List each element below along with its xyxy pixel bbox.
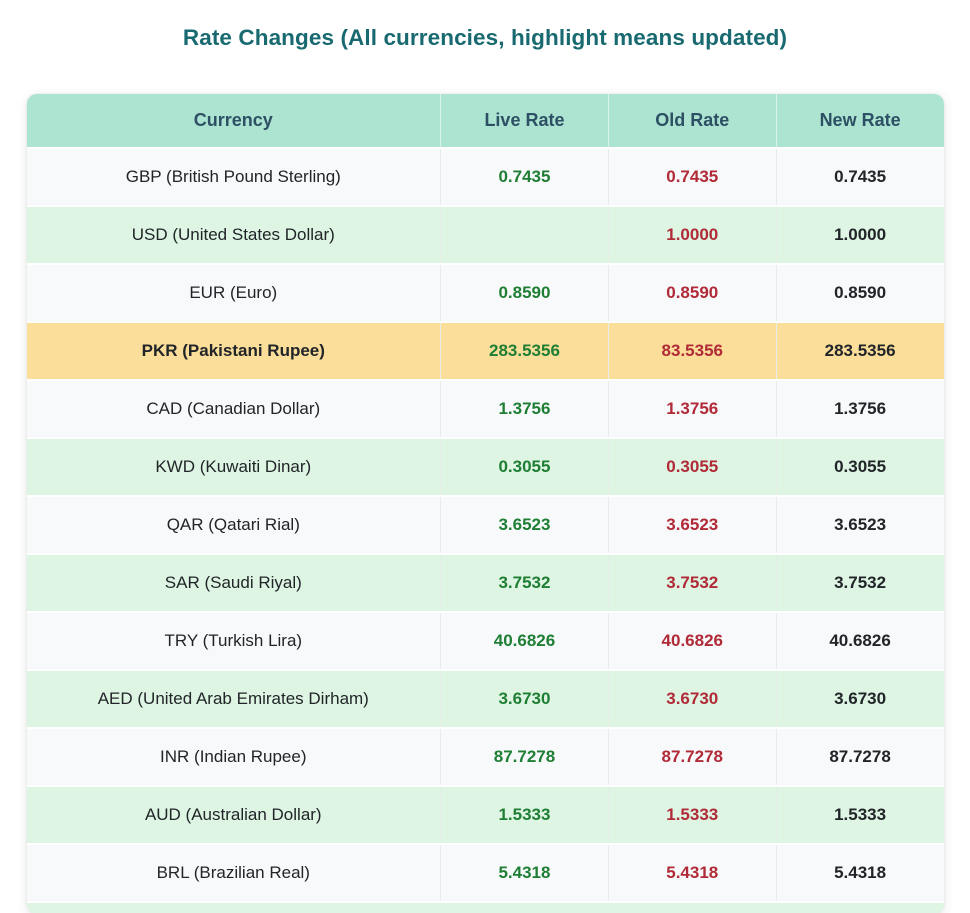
currency-cell: CAD (Canadian Dollar) [27,381,441,437]
new-rate-cell: 87.7278 [776,729,944,785]
currency-cell: PKR (Pakistani Rupee) [27,323,441,379]
old-rate-cell: 3.6730 [608,671,776,727]
column-header-currency: Currency [27,94,441,147]
new-rate-cell: 283.5356 [776,323,944,379]
new-rate-cell: 3.6523 [776,497,944,553]
currency-cell: TRY (Turkish Lira) [27,613,441,669]
table-row: GBP (British Pound Sterling) 0.7435 0.74… [27,149,944,207]
currency-cell: SAR (Saudi Riyal) [27,555,441,611]
old-rate-cell: 1.3756 [608,381,776,437]
old-rate-cell: 0.8590 [608,265,776,321]
old-rate-cell: 1.0000 [608,207,776,263]
live-rate-cell: 87.7278 [440,729,608,785]
new-rate-cell: 1.3756 [776,381,944,437]
live-rate-cell: 283.5356 [440,323,608,379]
currency-cell: INR (Indian Rupee) [27,729,441,785]
old-rate-cell: 0.3055 [608,439,776,495]
new-rate-cell: 3.7532 [776,555,944,611]
old-rate-cell: 3.6523 [608,497,776,553]
old-rate-cell: 87.7278 [608,729,776,785]
rates-table: Currency Live Rate Old Rate New Rate GBP… [27,94,944,913]
partial-next-row [27,903,944,913]
currency-cell: QAR (Qatari Rial) [27,497,441,553]
column-header-new-rate: New Rate [776,94,944,147]
currency-cell: AUD (Australian Dollar) [27,787,441,843]
table-row: AUD (Australian Dollar) 1.5333 1.5333 1.… [27,787,944,845]
old-rate-cell: 3.7532 [608,555,776,611]
new-rate-cell: 40.6826 [776,613,944,669]
table-row: INR (Indian Rupee) 87.7278 87.7278 87.72… [27,729,944,787]
currency-cell: BRL (Brazilian Real) [27,845,441,901]
live-rate-cell: 3.6523 [440,497,608,553]
live-rate-cell: 0.7435 [440,149,608,205]
currency-cell: EUR (Euro) [27,265,441,321]
new-rate-cell: 0.7435 [776,149,944,205]
new-rate-cell: 5.4318 [776,845,944,901]
old-rate-cell: 40.6826 [608,613,776,669]
currency-cell: USD (United States Dollar) [27,207,441,263]
table-row: TRY (Turkish Lira) 40.6826 40.6826 40.68… [27,613,944,671]
new-rate-cell: 0.3055 [776,439,944,495]
table-header-row: Currency Live Rate Old Rate New Rate [27,94,944,149]
column-header-live-rate: Live Rate [440,94,608,147]
new-rate-cell: 3.6730 [776,671,944,727]
column-header-old-rate: Old Rate [608,94,776,147]
live-rate-cell [440,207,608,263]
table-row: KWD (Kuwaiti Dinar) 0.3055 0.3055 0.3055 [27,439,944,497]
table-row: EUR (Euro) 0.8590 0.8590 0.8590 [27,265,944,323]
live-rate-cell: 3.6730 [440,671,608,727]
table-row: PKR (Pakistani Rupee) 283.5356 83.5356 2… [27,323,944,381]
old-rate-cell: 0.7435 [608,149,776,205]
live-rate-cell: 3.7532 [440,555,608,611]
table-row: AED (United Arab Emirates Dirham) 3.6730… [27,671,944,729]
old-rate-cell: 1.5333 [608,787,776,843]
page-title: Rate Changes (All currencies, highlight … [0,25,970,51]
live-rate-cell: 1.3756 [440,381,608,437]
currency-cell: AED (United Arab Emirates Dirham) [27,671,441,727]
live-rate-cell: 1.5333 [440,787,608,843]
table-row: SAR (Saudi Riyal) 3.7532 3.7532 3.7532 [27,555,944,613]
table-row: USD (United States Dollar) 1.0000 1.0000 [27,207,944,265]
table-row: CAD (Canadian Dollar) 1.3756 1.3756 1.37… [27,381,944,439]
live-rate-cell: 0.8590 [440,265,608,321]
new-rate-cell: 0.8590 [776,265,944,321]
new-rate-cell: 1.0000 [776,207,944,263]
old-rate-cell: 5.4318 [608,845,776,901]
old-rate-cell: 83.5356 [608,323,776,379]
live-rate-cell: 0.3055 [440,439,608,495]
table-body: GBP (British Pound Sterling) 0.7435 0.74… [27,149,944,903]
live-rate-cell: 40.6826 [440,613,608,669]
currency-cell: GBP (British Pound Sterling) [27,149,441,205]
new-rate-cell: 1.5333 [776,787,944,843]
table-row: QAR (Qatari Rial) 3.6523 3.6523 3.6523 [27,497,944,555]
live-rate-cell: 5.4318 [440,845,608,901]
page: Rate Changes (All currencies, highlight … [0,25,970,913]
currency-cell: KWD (Kuwaiti Dinar) [27,439,441,495]
table-row: BRL (Brazilian Real) 5.4318 5.4318 5.431… [27,845,944,903]
